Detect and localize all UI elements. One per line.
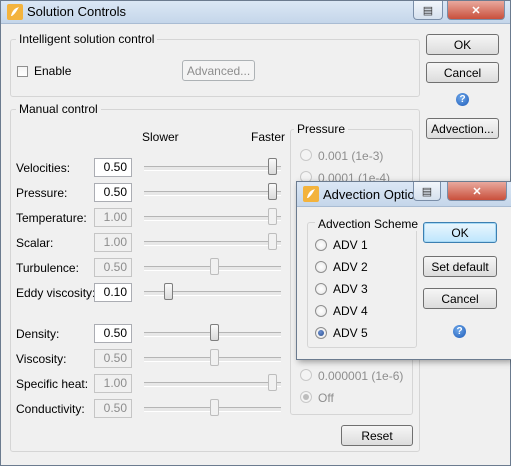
- row-label: Viscosity:: [16, 352, 67, 366]
- row-value-field[interactable]: 1.00: [94, 208, 132, 227]
- slider-thumb[interactable]: [210, 324, 219, 341]
- pressure-group-label: Pressure: [294, 122, 349, 136]
- row-value-field[interactable]: 0.50: [94, 158, 132, 177]
- help-icon[interactable]: ?: [456, 93, 469, 106]
- manual-control-label: Manual control: [16, 102, 101, 116]
- row-value-field[interactable]: 0.50: [94, 349, 132, 368]
- row-label: Turbulence:: [16, 261, 79, 275]
- row-label: Eddy viscosity:: [16, 286, 96, 300]
- enable-label: Enable: [34, 64, 72, 78]
- restore-window-icon[interactable]: ▤: [413, 182, 441, 201]
- advection-radio[interactable]: [315, 261, 327, 273]
- advection-option-label: ADV 3: [333, 282, 368, 296]
- advection-option-label: ADV 4: [333, 304, 368, 318]
- advanced-button[interactable]: Advanced...: [182, 60, 255, 81]
- enable-checkbox[interactable]: [17, 66, 28, 77]
- row-label: Scalar:: [16, 236, 54, 250]
- advection-options-dialog: Advection Options ▤ ✕ Advection Scheme A…: [296, 181, 511, 360]
- row-label: Velocities:: [16, 161, 71, 175]
- advection-title-bar[interactable]: Advection Options ▤ ✕: [297, 182, 511, 207]
- ok-button[interactable]: OK: [426, 34, 499, 55]
- advection-radio[interactable]: [315, 239, 327, 251]
- slider-thumb[interactable]: [268, 158, 277, 175]
- row-value-field[interactable]: 0.50: [94, 399, 132, 418]
- pressure-option-label: 0.001 (1e-3): [318, 149, 384, 163]
- help-icon[interactable]: ?: [453, 325, 466, 338]
- pressure-radio-off[interactable]: [300, 391, 312, 403]
- advection-cancel-button[interactable]: Cancel: [423, 288, 497, 309]
- row-label: Temperature:: [16, 211, 87, 225]
- row-label: Conductivity:: [16, 402, 85, 416]
- faster-label: Faster: [251, 130, 286, 144]
- slider-track[interactable]: [144, 241, 281, 246]
- set-default-button[interactable]: Set default: [423, 256, 497, 277]
- slider-track[interactable]: [144, 382, 281, 387]
- row-value-field[interactable]: 0.10: [94, 283, 132, 302]
- title-bar[interactable]: Solution Controls ▤ ✕: [1, 1, 510, 24]
- row-value-field[interactable]: 1.00: [94, 374, 132, 393]
- advection-scheme-label: Advection Scheme: [315, 217, 422, 231]
- slider-thumb[interactable]: [268, 374, 277, 391]
- cancel-button[interactable]: Cancel: [426, 62, 499, 83]
- intelligent-control-label: Intelligent solution control: [16, 32, 158, 46]
- row-label: Density:: [16, 327, 60, 341]
- restore-window-icon[interactable]: ▤: [413, 1, 443, 20]
- slider-thumb[interactable]: [210, 399, 219, 416]
- advection-option-label: ADV 1: [333, 238, 368, 252]
- row-value-field[interactable]: 1.00: [94, 233, 132, 252]
- pressure-radio-1e-3[interactable]: [300, 149, 312, 161]
- advection-radio[interactable]: [315, 283, 327, 295]
- row-value-field[interactable]: 0.50: [94, 324, 132, 343]
- close-icon[interactable]: ✕: [447, 1, 505, 20]
- window-title: Solution Controls: [27, 4, 126, 19]
- advection-button[interactable]: Advection...: [426, 118, 499, 139]
- slider-track[interactable]: [144, 216, 281, 221]
- slider-track[interactable]: [144, 166, 281, 171]
- slider-thumb[interactable]: [268, 233, 277, 250]
- row-value-field[interactable]: 0.50: [94, 183, 132, 202]
- row-value-field[interactable]: 0.50: [94, 258, 132, 277]
- advection-ok-button[interactable]: OK: [423, 222, 497, 243]
- slider-track[interactable]: [144, 191, 281, 196]
- pressure-option-label: Off: [318, 391, 334, 405]
- slider-thumb[interactable]: [164, 283, 173, 300]
- advection-option-label: ADV 5: [333, 326, 368, 340]
- reset-button[interactable]: Reset: [341, 425, 413, 446]
- slider-thumb[interactable]: [210, 349, 219, 366]
- slider-thumb[interactable]: [268, 183, 277, 200]
- slider-thumb[interactable]: [268, 208, 277, 225]
- advection-radio[interactable]: [315, 327, 327, 339]
- app-icon: [303, 186, 319, 202]
- slower-label: Slower: [142, 130, 179, 144]
- slider-thumb[interactable]: [210, 258, 219, 275]
- row-label: Pressure:: [16, 186, 68, 200]
- pressure-radio-1e-6[interactable]: [300, 369, 312, 381]
- close-icon[interactable]: ✕: [447, 182, 507, 201]
- app-icon: [7, 4, 23, 20]
- row-label: Specific heat:: [16, 377, 89, 391]
- advection-radio[interactable]: [315, 305, 327, 317]
- pressure-option-label: 0.000001 (1e-6): [318, 369, 404, 383]
- advection-option-label: ADV 2: [333, 260, 368, 274]
